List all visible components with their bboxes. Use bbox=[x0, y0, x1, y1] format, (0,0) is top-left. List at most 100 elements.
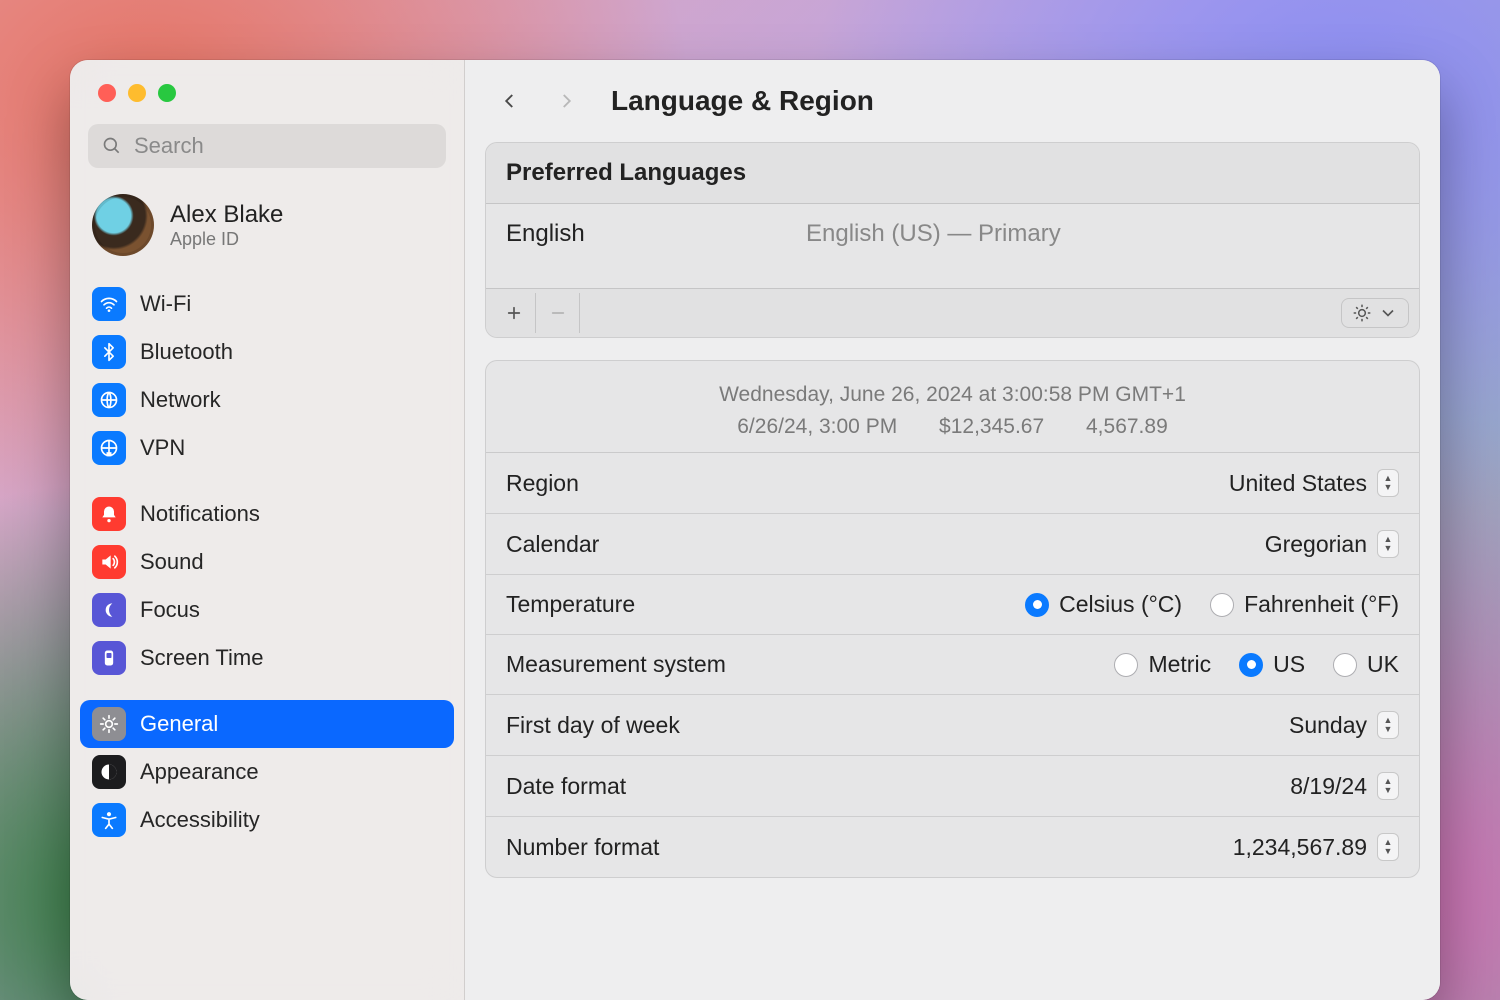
sidebar-item-label: Focus bbox=[140, 597, 200, 623]
search-input[interactable] bbox=[88, 124, 446, 168]
updown-icon: ▲▼ bbox=[1377, 469, 1399, 497]
sidebar-item-accessibility[interactable]: Accessibility bbox=[80, 796, 454, 844]
region-settings-card: Wednesday, June 26, 2024 at 3:00:58 PM G… bbox=[485, 360, 1420, 878]
radio-dot-icon bbox=[1333, 653, 1357, 677]
sidebar-nav: Wi-Fi Bluetooth Network VPN N bbox=[70, 274, 464, 862]
date-format-row: Date format 8/19/24 ▲▼ bbox=[486, 756, 1419, 817]
sidebar-item-label: VPN bbox=[140, 435, 185, 461]
sidebar-item-bluetooth[interactable]: Bluetooth bbox=[80, 328, 454, 376]
notifications-icon bbox=[92, 497, 126, 531]
preferred-languages-card: Preferred Languages English English (US)… bbox=[485, 142, 1420, 338]
temperature-fahrenheit-radio[interactable]: Fahrenheit (°F) bbox=[1210, 591, 1399, 618]
search-field-wrap bbox=[88, 124, 446, 168]
maximize-button[interactable] bbox=[158, 84, 176, 102]
content: Preferred Languages English English (US)… bbox=[465, 142, 1440, 920]
date-format-label: Date format bbox=[506, 773, 626, 800]
updown-icon: ▲▼ bbox=[1377, 530, 1399, 558]
sidebar-item-label: Bluetooth bbox=[140, 339, 233, 365]
language-row[interactable]: English English (US) — Primary bbox=[486, 204, 1419, 288]
calendar-label: Calendar bbox=[506, 531, 599, 558]
preferred-languages-heading: Preferred Languages bbox=[486, 143, 1419, 204]
first-day-label: First day of week bbox=[506, 712, 680, 739]
date-format-select[interactable]: 8/19/24 ▲▼ bbox=[1290, 772, 1399, 800]
window-controls bbox=[70, 84, 464, 124]
number-format-row: Number format 1,234,567.89 ▲▼ bbox=[486, 817, 1419, 877]
wifi-icon bbox=[92, 287, 126, 321]
temperature-celsius-radio[interactable]: Celsius (°C) bbox=[1025, 591, 1182, 618]
sample-line-1: Wednesday, June 26, 2024 at 3:00:58 PM G… bbox=[506, 379, 1399, 411]
sidebar-item-label: Notifications bbox=[140, 501, 260, 527]
updown-icon: ▲▼ bbox=[1377, 711, 1399, 739]
apple-id-row[interactable]: Alex Blake Apple ID bbox=[70, 182, 464, 274]
screen-time-icon bbox=[92, 641, 126, 675]
main-pane: Language & Region Preferred Languages En… bbox=[465, 60, 1440, 1000]
first-day-select[interactable]: Sunday ▲▼ bbox=[1289, 711, 1399, 739]
sidebar-item-general[interactable]: General bbox=[80, 700, 454, 748]
sidebar-item-screen-time[interactable]: Screen Time bbox=[80, 634, 454, 682]
languages-footer bbox=[486, 288, 1419, 337]
focus-icon bbox=[92, 593, 126, 627]
radio-dot-icon bbox=[1025, 593, 1049, 617]
measurement-metric-radio[interactable]: Metric bbox=[1114, 651, 1211, 678]
close-button[interactable] bbox=[98, 84, 116, 102]
first-day-row: First day of week Sunday ▲▼ bbox=[486, 695, 1419, 756]
language-name: English bbox=[506, 220, 806, 248]
measurement-uk-radio[interactable]: UK bbox=[1333, 651, 1399, 678]
sidebar-item-sound[interactable]: Sound bbox=[80, 538, 454, 586]
number-format-select[interactable]: 1,234,567.89 ▲▼ bbox=[1233, 833, 1399, 861]
sidebar-item-label: Accessibility bbox=[140, 807, 260, 833]
gear-icon bbox=[1352, 303, 1372, 323]
sidebar-item-appearance[interactable]: Appearance bbox=[80, 748, 454, 796]
radio-dot-icon bbox=[1114, 653, 1138, 677]
region-select[interactable]: United States ▲▼ bbox=[1229, 469, 1399, 497]
general-icon bbox=[92, 707, 126, 741]
sound-icon bbox=[92, 545, 126, 579]
sidebar-item-label: General bbox=[140, 711, 218, 737]
vpn-icon bbox=[92, 431, 126, 465]
titlebar: Language & Region bbox=[465, 60, 1440, 142]
network-icon bbox=[92, 383, 126, 417]
chevron-down-icon bbox=[1378, 303, 1398, 323]
calendar-select[interactable]: Gregorian ▲▼ bbox=[1265, 530, 1399, 558]
region-row: Region United States ▲▼ bbox=[486, 453, 1419, 514]
sidebar-item-label: Sound bbox=[140, 549, 204, 575]
minimize-button[interactable] bbox=[128, 84, 146, 102]
region-label: Region bbox=[506, 470, 579, 497]
remove-language-button bbox=[536, 293, 580, 333]
forward-button bbox=[549, 84, 583, 118]
temperature-row: Temperature Celsius (°C) Fahrenheit (°F) bbox=[486, 575, 1419, 635]
radio-dot-icon bbox=[1239, 653, 1263, 677]
updown-icon: ▲▼ bbox=[1377, 833, 1399, 861]
sidebar-item-label: Appearance bbox=[140, 759, 259, 785]
sidebar-item-label: Screen Time bbox=[140, 645, 264, 671]
number-format-label: Number format bbox=[506, 834, 659, 861]
sidebar-item-vpn[interactable]: VPN bbox=[80, 424, 454, 472]
sidebar-item-label: Network bbox=[140, 387, 221, 413]
updown-icon: ▲▼ bbox=[1377, 772, 1399, 800]
sidebar-item-focus[interactable]: Focus bbox=[80, 586, 454, 634]
measurement-us-radio[interactable]: US bbox=[1239, 651, 1305, 678]
page-title: Language & Region bbox=[611, 85, 874, 117]
measurement-label: Measurement system bbox=[506, 651, 726, 678]
search-icon bbox=[102, 136, 122, 156]
measurement-row: Measurement system Metric US bbox=[486, 635, 1419, 695]
accessibility-icon bbox=[92, 803, 126, 837]
add-language-button[interactable] bbox=[492, 293, 536, 333]
language-options-menu[interactable] bbox=[1341, 298, 1409, 328]
appearance-icon bbox=[92, 755, 126, 789]
system-settings-window: Alex Blake Apple ID Wi-Fi Bluetooth Netw… bbox=[70, 60, 1440, 1000]
sample-line-2: 6/26/24, 3:00 PM $12,345.67 4,567.89 bbox=[506, 411, 1399, 443]
avatar bbox=[92, 194, 154, 256]
sidebar: Alex Blake Apple ID Wi-Fi Bluetooth Netw… bbox=[70, 60, 465, 1000]
calendar-row: Calendar Gregorian ▲▼ bbox=[486, 514, 1419, 575]
sidebar-item-network[interactable]: Network bbox=[80, 376, 454, 424]
language-detail: English (US) — Primary bbox=[806, 220, 1061, 248]
back-button[interactable] bbox=[493, 84, 527, 118]
sidebar-item-wifi[interactable]: Wi-Fi bbox=[80, 280, 454, 328]
format-sample: Wednesday, June 26, 2024 at 3:00:58 PM G… bbox=[486, 361, 1419, 452]
radio-dot-icon bbox=[1210, 593, 1234, 617]
sidebar-item-notifications[interactable]: Notifications bbox=[80, 490, 454, 538]
bluetooth-icon bbox=[92, 335, 126, 369]
sidebar-item-label: Wi-Fi bbox=[140, 291, 191, 317]
account-sub: Apple ID bbox=[170, 229, 283, 250]
